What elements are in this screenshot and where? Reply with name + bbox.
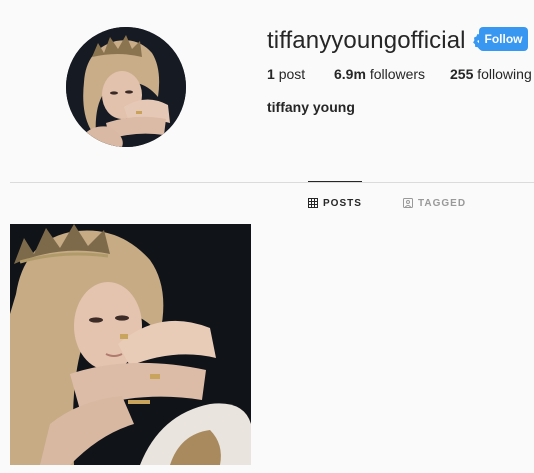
posts-label: post (278, 66, 306, 82)
tab-tagged[interactable]: TAGGED (403, 182, 466, 224)
followers-label: followers (369, 66, 426, 82)
posts-count: 1 (267, 66, 275, 82)
tagged-icon (403, 198, 413, 208)
followers-count: 6.9m (334, 66, 366, 82)
profile-avatar[interactable] (66, 27, 186, 147)
stat-followers[interactable]: 6.9m followers (334, 66, 450, 82)
grid-icon (308, 198, 318, 208)
tab-tagged-label: TAGGED (418, 197, 467, 209)
profile-page: tiffanyyoungofficial Follow 1 post 6.9m … (0, 0, 534, 473)
follow-button[interactable]: Follow (479, 27, 528, 51)
tab-posts[interactable]: POSTS (308, 181, 362, 224)
post-thumbnail[interactable] (10, 224, 251, 465)
profile-full-name: tiffany young (267, 99, 355, 115)
stat-following[interactable]: 255 following (450, 66, 532, 82)
following-label: following (477, 66, 532, 82)
profile-username: tiffanyyoungofficial (267, 27, 466, 54)
following-count: 255 (450, 66, 474, 82)
stat-posts: 1 post (267, 66, 334, 82)
username-row: tiffanyyoungofficial (267, 26, 491, 56)
avatar-photo (66, 27, 186, 147)
post-photo (10, 224, 251, 465)
tab-posts-label: POSTS (323, 197, 362, 209)
profile-stats: 1 post 6.9m followers 255 following (267, 66, 532, 82)
